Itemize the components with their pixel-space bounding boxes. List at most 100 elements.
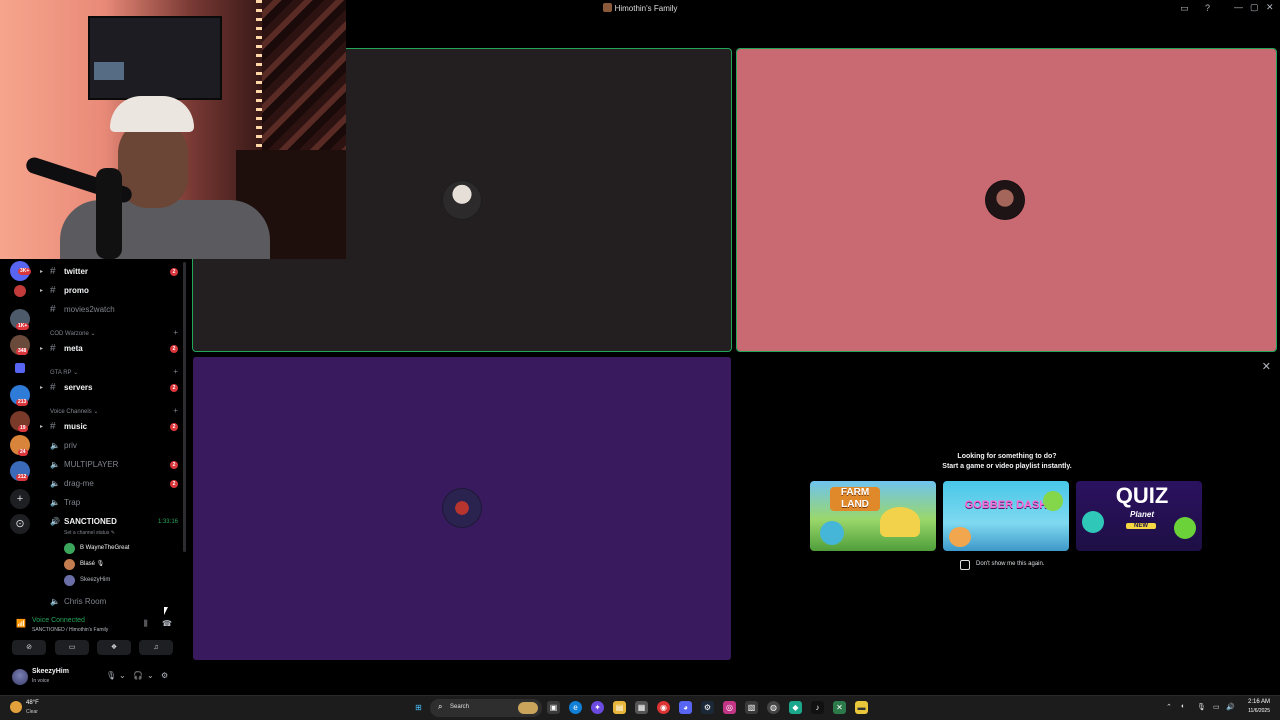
game-card-gobber-dash[interactable]: GOBBER DASH	[943, 481, 1069, 551]
close-window-icon[interactable]: ✕	[1266, 2, 1274, 13]
clock-date[interactable]: 11/6/2025	[1248, 708, 1270, 714]
voice-user-name: Blasé 🎙	[80, 561, 105, 567]
server-badge: 348	[16, 348, 29, 355]
weather-condition: Clear	[26, 709, 38, 715]
excel-icon[interactable]: ✕	[833, 701, 846, 714]
search-icon: ⌕	[438, 702, 443, 711]
network-icon[interactable]: ▭	[1213, 703, 1220, 711]
help-icon[interactable]: ?	[1202, 3, 1213, 14]
chevron-down-icon[interactable]: ⌄	[147, 671, 154, 680]
soundboard-button[interactable]: ♫	[139, 640, 173, 655]
add-channel-icon[interactable]: +	[173, 406, 178, 415]
add-server-icon[interactable]: +	[10, 489, 30, 509]
store-icon[interactable]: ▦	[635, 701, 648, 714]
video-tile-3[interactable]	[193, 357, 731, 660]
minimize-icon[interactable]: —	[1234, 2, 1243, 12]
tray-chevron-icon[interactable]: ⌃	[1166, 703, 1172, 711]
explore-icon[interactable]: ⊙	[10, 514, 30, 534]
server-icon[interactable]	[14, 285, 26, 297]
weather-temp[interactable]: 48°F	[26, 700, 39, 706]
channel-music[interactable]: ▸ # music 2	[40, 418, 186, 436]
voice-user[interactable]: SkeezyHim	[64, 572, 184, 588]
signal-icon: 📶	[16, 619, 26, 628]
user-name[interactable]: SkeezyHim	[32, 668, 69, 675]
channel-drag-me[interactable]: 🔈 drag-me 2	[40, 475, 186, 493]
volume-icon[interactable]: 🔊	[1226, 703, 1235, 711]
add-channel-icon[interactable]: +	[173, 367, 178, 376]
task-view-icon[interactable]: ▣	[547, 701, 560, 714]
tiktok-icon[interactable]: ♪	[811, 701, 824, 714]
steam-icon[interactable]: ⚙	[701, 701, 714, 714]
server-badge: 213	[16, 399, 29, 406]
close-icon[interactable]: ✕	[1262, 360, 1271, 373]
obs-icon[interactable]: ◍	[767, 701, 780, 714]
mention-badge: 2	[170, 268, 178, 276]
screen-share-button[interactable]: ▭	[55, 640, 89, 655]
chevron-right-icon: ▸	[40, 346, 44, 352]
activity-subheading: Start a game or video playlist instantly…	[942, 463, 1072, 470]
speaker-icon: 🔈	[50, 479, 60, 488]
channel-servers[interactable]: ▸ # servers 2	[40, 379, 186, 397]
dont-show-label: Don't show me this again.	[976, 561, 1045, 567]
voice-user[interactable]: Blasé 🎙	[64, 556, 184, 572]
dont-show-checkbox[interactable]	[960, 560, 970, 570]
channel-status[interactable]: Set a channel status ✎	[64, 530, 115, 536]
sticky-notes-icon[interactable]: ▬	[855, 701, 868, 714]
camera-off-button[interactable]: ⊘	[12, 640, 46, 655]
hash-icon: #	[50, 382, 56, 393]
noise-suppression-icon[interactable]: ⫼	[144, 619, 148, 629]
channel-movies2watch[interactable]: # movies2watch	[40, 301, 186, 319]
activities-button[interactable]: ❖	[97, 640, 131, 655]
game-card-farm-land[interactable]: FARM LAND	[810, 481, 936, 551]
voice-user[interactable]: B WayneTheGreat	[64, 540, 184, 556]
channel-multiplayer[interactable]: 🔈 MULTIPLAYER 2	[40, 456, 186, 474]
search-box[interactable]: ⌕ Search	[430, 699, 542, 717]
headphones-icon[interactable]: 🎧	[133, 671, 143, 680]
game-art	[1174, 517, 1196, 539]
channel-name: SANCTIONED	[64, 517, 117, 526]
category-voice-channels[interactable]: Voice Channels ⌄ +	[50, 406, 186, 415]
edge-icon[interactable]: e	[569, 701, 582, 714]
tray-mic-icon[interactable]: 🎙	[1197, 703, 1206, 711]
category-gta-rp[interactable]: GTA RP ⌄ +	[50, 367, 186, 376]
disconnect-icon[interactable]: ☎	[162, 619, 172, 628]
microphone-icon[interactable]: 🎙	[106, 671, 116, 680]
category-label: COD Warzone	[50, 331, 89, 337]
channel-scrollbar[interactable]	[183, 262, 186, 552]
folder-icon[interactable]	[15, 363, 25, 373]
server-badge: 3K+	[18, 268, 32, 275]
video-tile-2[interactable]	[736, 48, 1277, 352]
voice-location[interactable]: SANCTIONED / Himothin's Family	[32, 627, 108, 633]
file-explorer-icon[interactable]: ▤	[613, 701, 626, 714]
channel-trap[interactable]: 🔈 Trap	[40, 494, 186, 512]
app-icon[interactable]: ▧	[745, 701, 758, 714]
category-cod-warzone[interactable]: COD Warzone ⌄ +	[50, 328, 186, 337]
copilot-icon[interactable]: ✦	[591, 701, 604, 714]
settings-icon[interactable]: ⚙	[161, 671, 168, 680]
channel-promo[interactable]: ▸ # promo	[40, 282, 186, 300]
channel-priv[interactable]: 🔈 priv	[40, 437, 186, 455]
voice-status[interactable]: Voice Connected	[32, 617, 85, 624]
voice-connected-panel: 📶 Voice Connected SANCTIONED / Himothin'…	[6, 611, 178, 661]
chevron-down-icon[interactable]: ⌄	[119, 671, 126, 680]
clock-time[interactable]: 2:16 AM	[1248, 699, 1270, 705]
tray-app-icon[interactable]: ◐	[1181, 703, 1185, 710]
inbox-icon[interactable]: ▭	[1179, 3, 1190, 14]
chrome-icon[interactable]: ◉	[657, 701, 670, 714]
app-icon[interactable]: ◆	[789, 701, 802, 714]
server-icon	[602, 3, 612, 12]
add-channel-icon[interactable]: +	[173, 328, 178, 337]
user-status: In voice	[32, 678, 50, 684]
start-icon[interactable]: ⊞	[412, 701, 425, 714]
channel-twitter[interactable]: ▸ # twitter 2	[40, 263, 186, 281]
weather-icon[interactable]	[10, 701, 22, 713]
channel-meta[interactable]: ▸ # meta 2	[40, 340, 186, 358]
avatar[interactable]	[12, 669, 28, 685]
maximize-icon[interactable]: ▢	[1250, 2, 1259, 13]
channel-sanctioned[interactable]: 🔊 SANCTIONED 1:33:16	[40, 513, 186, 531]
hash-icon: #	[50, 304, 56, 315]
instagram-icon[interactable]: ◎	[723, 701, 736, 714]
channel-name: movies2watch	[64, 305, 115, 314]
discord-icon[interactable]: ◕	[679, 701, 692, 714]
game-card-quiz-planet[interactable]: QUIZ Planet NEW	[1076, 481, 1202, 551]
